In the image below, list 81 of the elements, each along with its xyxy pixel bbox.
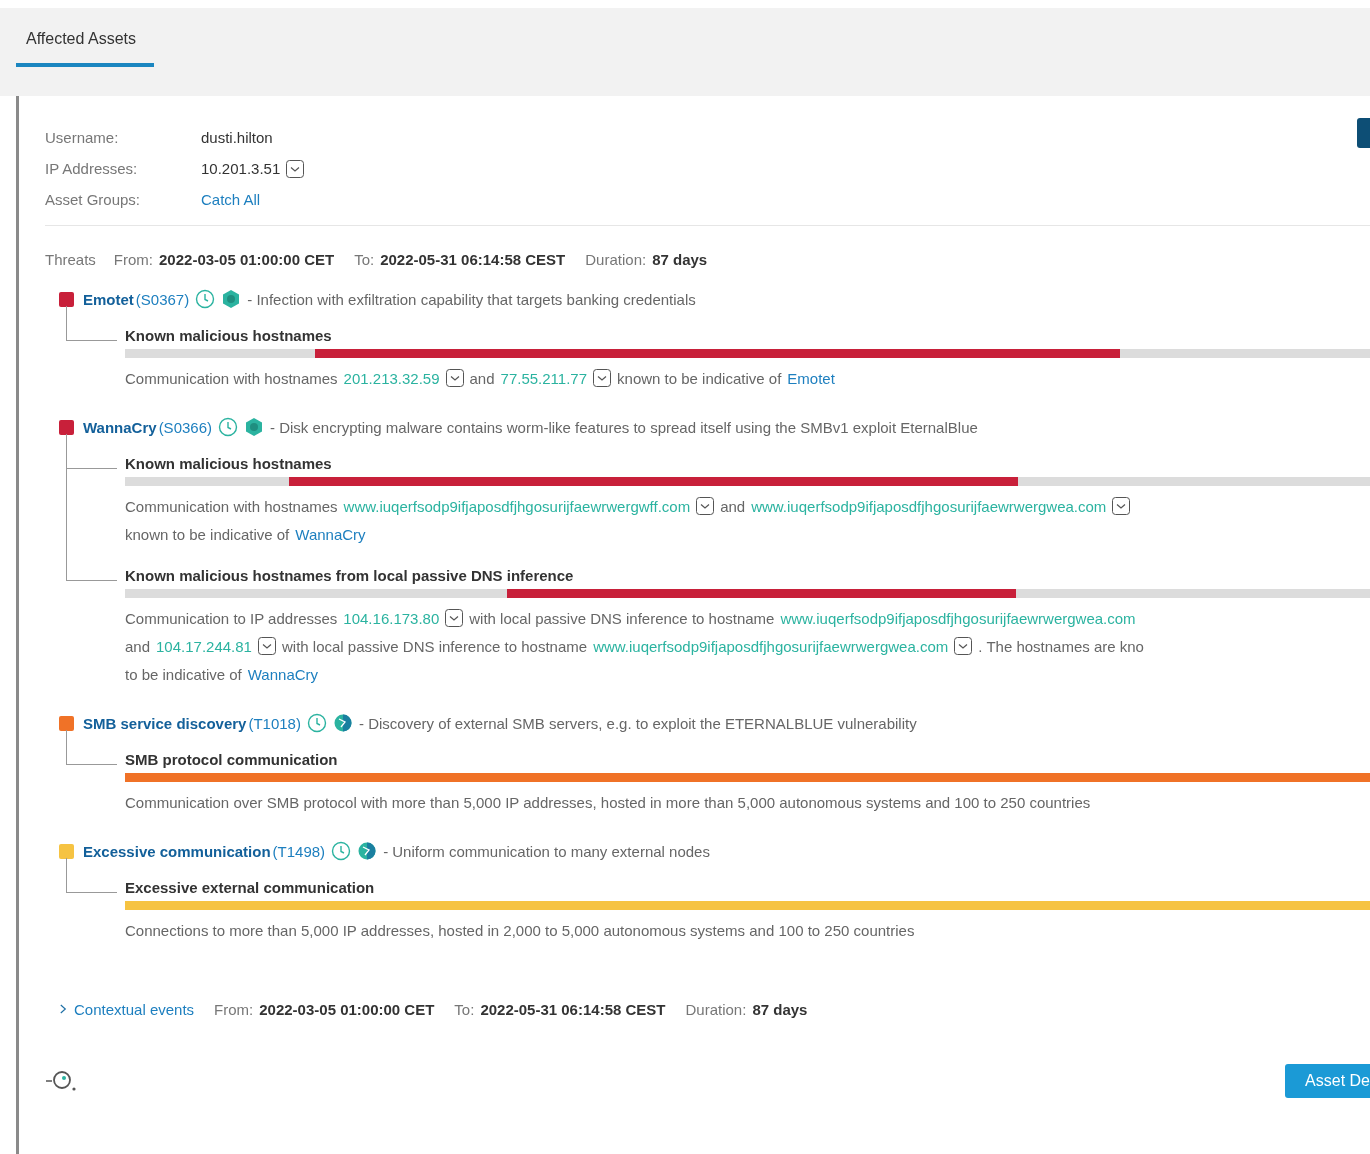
finding-title: Known malicious hostnames bbox=[125, 326, 333, 346]
address-link[interactable]: 104.17.244.81 bbox=[156, 637, 252, 655]
hexagon-icon bbox=[244, 417, 264, 437]
to-date: 2022-05-31 06:14:58 CEST bbox=[380, 250, 566, 268]
section-title: Threats bbox=[45, 250, 96, 268]
from-date: 2022-03-05 01:00:00 CET bbox=[159, 250, 335, 268]
description-text: and bbox=[469, 369, 495, 387]
description-text: known to be indicative of bbox=[125, 525, 290, 543]
threat-link[interactable]: SMB service discovery bbox=[83, 714, 247, 732]
duration-label: Duration: bbox=[585, 250, 647, 268]
description-text: to be indicative of bbox=[125, 665, 242, 683]
address-link[interactable]: 201.213.32.59 bbox=[343, 369, 440, 387]
threat-code: (S0367) bbox=[135, 290, 190, 308]
clock-icon bbox=[306, 713, 327, 733]
address-link[interactable]: 77.55.211.77 bbox=[500, 369, 588, 387]
dropdown-icon[interactable] bbox=[954, 637, 973, 655]
duration-value: 87 days bbox=[652, 250, 708, 268]
asset-details-button[interactable]: Asset De bbox=[1285, 1064, 1370, 1098]
contextual-events-toggle[interactable]: Contextual events bbox=[59, 1000, 195, 1018]
threat-link[interactable]: WannaCry bbox=[247, 665, 319, 683]
field-label: IP Addresses: bbox=[45, 160, 139, 177]
address-link[interactable]: 104.16.173.80 bbox=[343, 609, 440, 627]
description-text: Connections to more than 5,000 IP addresses, hosted in 2,000 to 5,000 autonomous systems and 100 to 250 countries bbox=[125, 921, 915, 939]
from-label: From: bbox=[113, 250, 154, 268]
description-text: with local passive DNS inference to hostname bbox=[469, 609, 775, 627]
threat-description: - Disk encrypting malware contains worm-like features to spread itself using the SMBv1 exploit EternalBlue bbox=[270, 418, 978, 436]
description-text: Communication with hostnames bbox=[125, 497, 338, 515]
clock-icon bbox=[331, 841, 352, 861]
finding-title: Known malicious hostnames from local passive DNS inference bbox=[125, 566, 575, 586]
address-link[interactable]: www.iuqerfsodp9ifjaposdfjhgosurijfaewrwergwea.com bbox=[780, 609, 1136, 627]
tree-connector bbox=[66, 858, 117, 893]
asset-group-link[interactable]: Catch All bbox=[201, 191, 261, 208]
from-date: 2022-03-05 01:00:00 CET bbox=[259, 1000, 435, 1018]
threat-link[interactable]: Emotet bbox=[787, 369, 835, 387]
description-text: . The hostnames are kno bbox=[978, 637, 1144, 655]
threat-code: (T1018) bbox=[248, 714, 301, 732]
threat-description: - Uniform communication to many external nodes bbox=[383, 842, 710, 860]
clock-icon bbox=[218, 417, 238, 437]
description-text: Communication with hostnames bbox=[125, 369, 338, 387]
duration-label: Duration: bbox=[685, 1000, 747, 1018]
address-link[interactable]: www.iuqerfsodp9ifjaposdfjhgosurijfaewrwergwea.com bbox=[751, 497, 1107, 515]
finding-title: Excessive external communication bbox=[125, 878, 376, 898]
dropdown-icon[interactable] bbox=[696, 497, 715, 515]
threat-link[interactable]: WannaCry bbox=[83, 418, 157, 436]
description-text: known to be indicative of bbox=[617, 369, 782, 387]
clock-icon bbox=[195, 289, 216, 309]
description-text: and bbox=[720, 497, 746, 515]
threat-code: (T1498) bbox=[272, 842, 326, 860]
description-text: and bbox=[125, 637, 151, 655]
threat-code: (S0366) bbox=[158, 418, 212, 436]
address-link[interactable]: www.iuqerfsodp9ifjaposdfjhgosurijfaewrwergwea.com bbox=[593, 637, 949, 655]
description-text: with local passive DNS inference to hostname bbox=[281, 637, 588, 655]
threat-link[interactable]: WannaCry bbox=[295, 525, 366, 543]
tab[interactable]: Affected Assets bbox=[16, 26, 154, 67]
dropdown-icon[interactable] bbox=[593, 369, 612, 387]
tree-connector bbox=[66, 730, 117, 765]
field-value: 10.201.3.51 bbox=[201, 160, 281, 177]
tree-connector bbox=[66, 306, 117, 341]
description-text: Communication over SMB protocol with more than 5,000 IP addresses, hosted in more than 5,000 autonomous systems and 100 to 250 countries bbox=[125, 793, 1091, 811]
field-label: Username: bbox=[45, 129, 120, 146]
threat-link[interactable]: Excessive communication bbox=[83, 842, 271, 860]
dropdown-icon[interactable] bbox=[257, 637, 276, 655]
duration-value: 87 days bbox=[752, 1000, 808, 1018]
description-text: Communication to IP addresses bbox=[125, 609, 338, 627]
from-label: From: bbox=[214, 1000, 254, 1018]
dropdown-icon[interactable] bbox=[445, 369, 464, 387]
field-value: dusti.hilton bbox=[201, 129, 273, 146]
dropdown-icon[interactable] bbox=[286, 159, 305, 178]
dropdown-icon[interactable] bbox=[1112, 497, 1131, 515]
to-label: To: bbox=[454, 1000, 475, 1018]
hexagon-icon bbox=[221, 289, 242, 309]
finding-title: Known malicious hostnames bbox=[125, 454, 333, 474]
threat-link[interactable]: Emotet bbox=[83, 290, 134, 308]
field-label: Asset Groups: bbox=[45, 191, 142, 208]
threat-description: - Discovery of external SMB servers, e.g. to exploit the ETERNALBLUE vulnerability bbox=[358, 714, 917, 732]
threat-description: - Infection with exfiltration capability that targets banking credentials bbox=[247, 290, 696, 308]
address-link[interactable]: www.iuqerfsodp9ifjaposdfjhgosurijfaewrwergwff.com bbox=[343, 497, 691, 515]
finding-title: SMB protocol communication bbox=[125, 750, 339, 770]
dropdown-icon[interactable] bbox=[445, 609, 464, 627]
to-date: 2022-05-31 06:14:58 CEST bbox=[480, 1000, 666, 1018]
to-label: To: bbox=[354, 250, 375, 268]
